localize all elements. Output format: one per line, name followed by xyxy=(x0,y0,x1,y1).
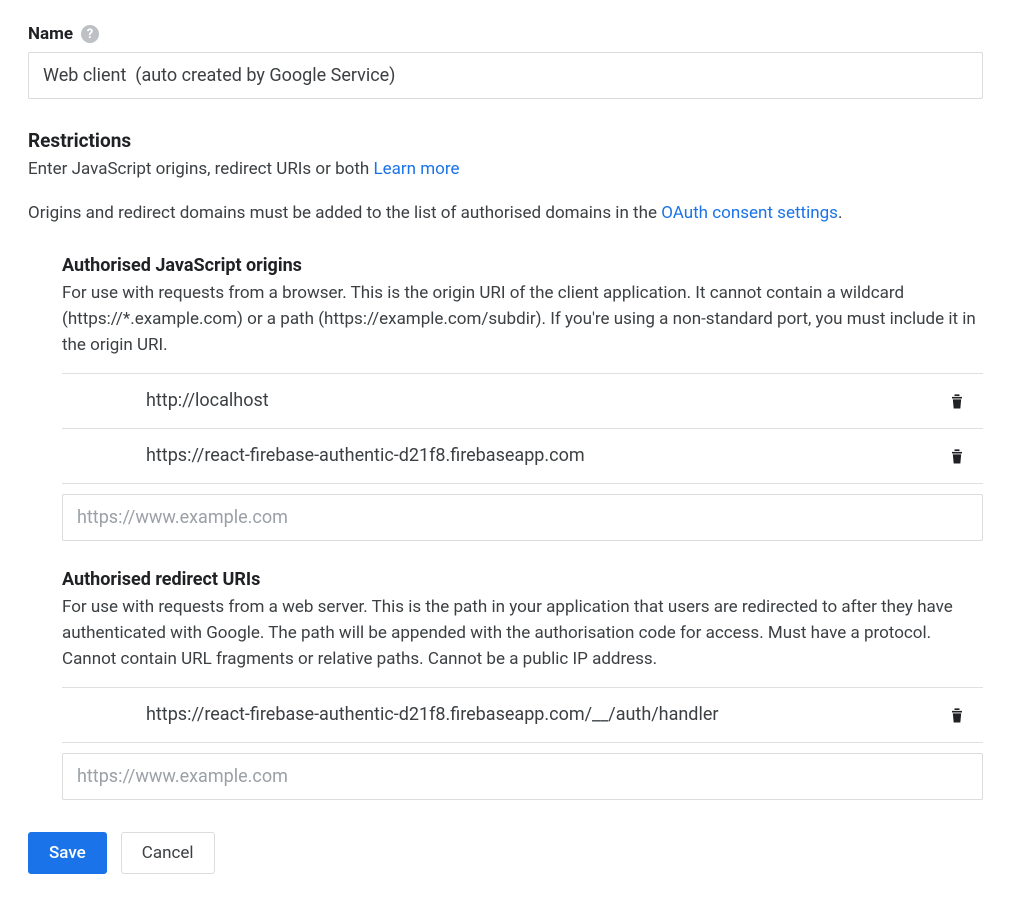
restrictions-help1: Enter JavaScript origins, redirect URIs … xyxy=(28,156,983,182)
add-js-origin-input[interactable] xyxy=(62,494,983,541)
js-origins-heading: Authorised JavaScript origins xyxy=(62,255,983,276)
redirect-uris-help: For use with requests from a web server.… xyxy=(62,594,983,673)
cancel-button[interactable]: Cancel xyxy=(121,832,215,874)
trash-icon xyxy=(947,445,967,467)
delete-origin-button[interactable] xyxy=(941,443,973,469)
learn-more-link[interactable]: Learn more xyxy=(373,159,459,179)
delete-origin-button[interactable] xyxy=(941,388,973,414)
restrictions-help2-prefix: Origins and redirect domains must be add… xyxy=(28,203,661,223)
redirect-uris-heading: Authorised redirect URIs xyxy=(62,569,983,590)
name-label: Name xyxy=(28,24,73,44)
redirect-uri-value: https://react-firebase-authentic-d21f8.f… xyxy=(146,704,718,725)
js-origin-value: https://react-firebase-authentic-d21f8.f… xyxy=(146,445,585,466)
js-origin-row: https://react-firebase-authentic-d21f8.f… xyxy=(62,429,983,484)
js-origins-help: For use with requests from a browser. Th… xyxy=(62,280,983,359)
oauth-consent-link[interactable]: OAuth consent settings xyxy=(661,203,838,223)
js-origin-row: http://localhost xyxy=(62,374,983,429)
trash-icon xyxy=(947,704,967,726)
js-origin-value: http://localhost xyxy=(146,390,269,411)
help-icon[interactable]: ? xyxy=(81,25,99,43)
js-origins-list: http://localhost https://react-firebase-… xyxy=(62,373,983,484)
restrictions-help2-suffix: . xyxy=(838,203,842,223)
redirect-uris-list: https://react-firebase-authentic-d21f8.f… xyxy=(62,687,983,743)
trash-icon xyxy=(947,390,967,412)
restrictions-help1-text: Enter JavaScript origins, redirect URIs … xyxy=(28,159,373,179)
redirect-uris-section: Authorised redirect URIs For use with re… xyxy=(62,569,983,800)
restrictions-heading: Restrictions xyxy=(28,129,983,152)
redirect-uri-row: https://react-firebase-authentic-d21f8.f… xyxy=(62,688,983,743)
js-origins-section: Authorised JavaScript origins For use wi… xyxy=(62,255,983,541)
save-button[interactable]: Save xyxy=(28,832,107,874)
name-input[interactable] xyxy=(28,52,983,99)
delete-redirect-button[interactable] xyxy=(941,702,973,728)
restrictions-help2: Origins and redirect domains must be add… xyxy=(28,200,983,226)
add-redirect-uri-input[interactable] xyxy=(62,753,983,800)
